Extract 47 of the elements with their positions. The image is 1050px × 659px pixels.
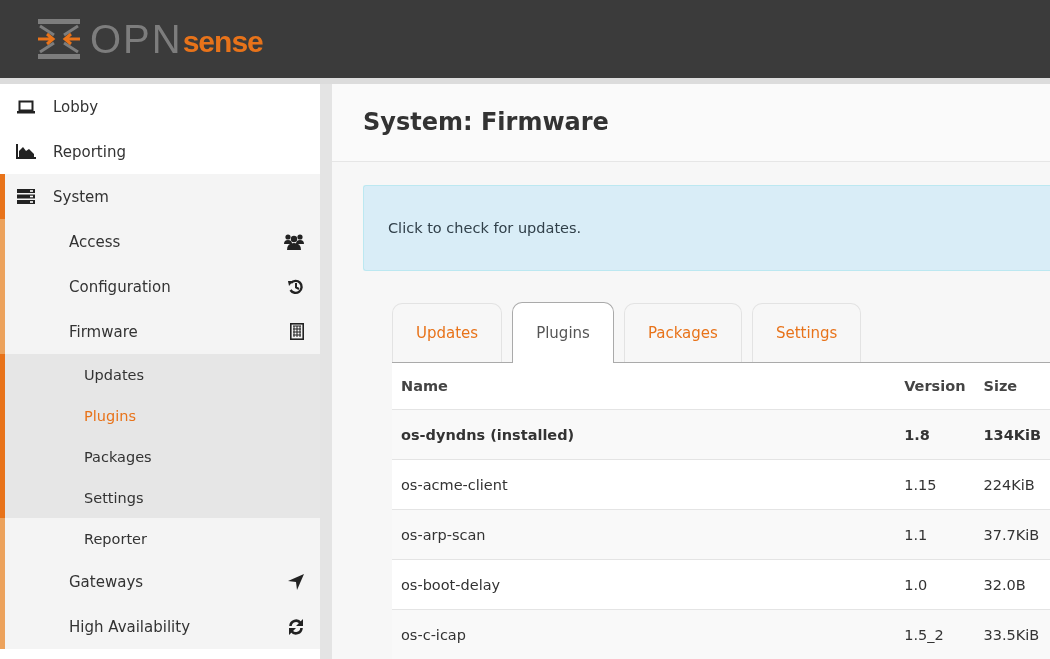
logo-text: OPN <box>90 19 183 59</box>
users-icon <box>284 233 304 250</box>
sidebar-item[interactable]: Lobby <box>0 84 320 129</box>
column-header: Size <box>974 363 1050 410</box>
sidebar-subitem[interactable]: Reporter <box>0 518 320 559</box>
sidebar-item[interactable]: Reporting <box>0 129 320 174</box>
sidebar-subitem-label: Access <box>69 232 121 251</box>
sidebar-subitem[interactable]: Packages <box>0 436 320 477</box>
area-chart-icon <box>16 144 36 159</box>
refresh-icon <box>288 618 304 635</box>
logo-text: sense <box>182 27 263 57</box>
info-alert[interactable]: Click to check for updates. <box>363 184 1050 271</box>
sidebar-subitem-label: High Availability <box>69 617 190 636</box>
sidebar-subitem[interactable]: Access <box>0 219 320 264</box>
laptop-icon <box>16 99 36 114</box>
location-arrow-icon <box>288 573 304 590</box>
column-header: Version <box>895 363 975 410</box>
sidebar-item-label: Reporting <box>53 142 126 161</box>
sidebar-subitem[interactable]: Firmware <box>0 309 320 354</box>
table-cell: 134KiB <box>974 409 1050 460</box>
history-icon <box>288 278 304 295</box>
sidebar-subitem[interactable]: Updates <box>0 354 320 395</box>
table-cell: 1.8 <box>895 409 975 460</box>
sidebar-subitem-label: Configuration <box>69 277 171 296</box>
server-icon <box>16 189 36 204</box>
sidebar-subitem[interactable]: High Availability <box>0 604 320 649</box>
sidebar-item[interactable]: System <box>0 174 320 219</box>
table-cell: os-arp-scan <box>392 509 896 560</box>
table-cell: 1.1 <box>895 509 975 560</box>
sidebar-subitem-label: Gateways <box>69 572 144 591</box>
sidebar-subitem[interactable]: Settings <box>0 477 320 518</box>
sidebar-subitem[interactable]: Gateways <box>0 559 320 604</box>
table-cell: os-dyndns (installed) <box>392 409 896 460</box>
sidebar-item-label: System <box>53 187 109 206</box>
table-cell: 37.7KiB <box>974 509 1050 560</box>
page-title: System: Firmware <box>363 108 609 137</box>
grid-icon <box>290 323 304 340</box>
scrollbar[interactable] <box>320 84 332 659</box>
table-cell: os-c-icap <box>392 609 896 659</box>
table-cell: 33.5KiB <box>974 609 1050 659</box>
logo-icon <box>36 17 82 61</box>
tab[interactable]: Plugins <box>512 302 614 363</box>
sidebar-item-label: Lobby <box>53 97 99 116</box>
sidebar-subitem-label: Firmware <box>69 322 138 341</box>
column-header: Name <box>392 363 896 410</box>
sidebar-subitem[interactable]: Configuration <box>0 264 320 309</box>
table-cell: 1.5_2 <box>895 609 975 659</box>
